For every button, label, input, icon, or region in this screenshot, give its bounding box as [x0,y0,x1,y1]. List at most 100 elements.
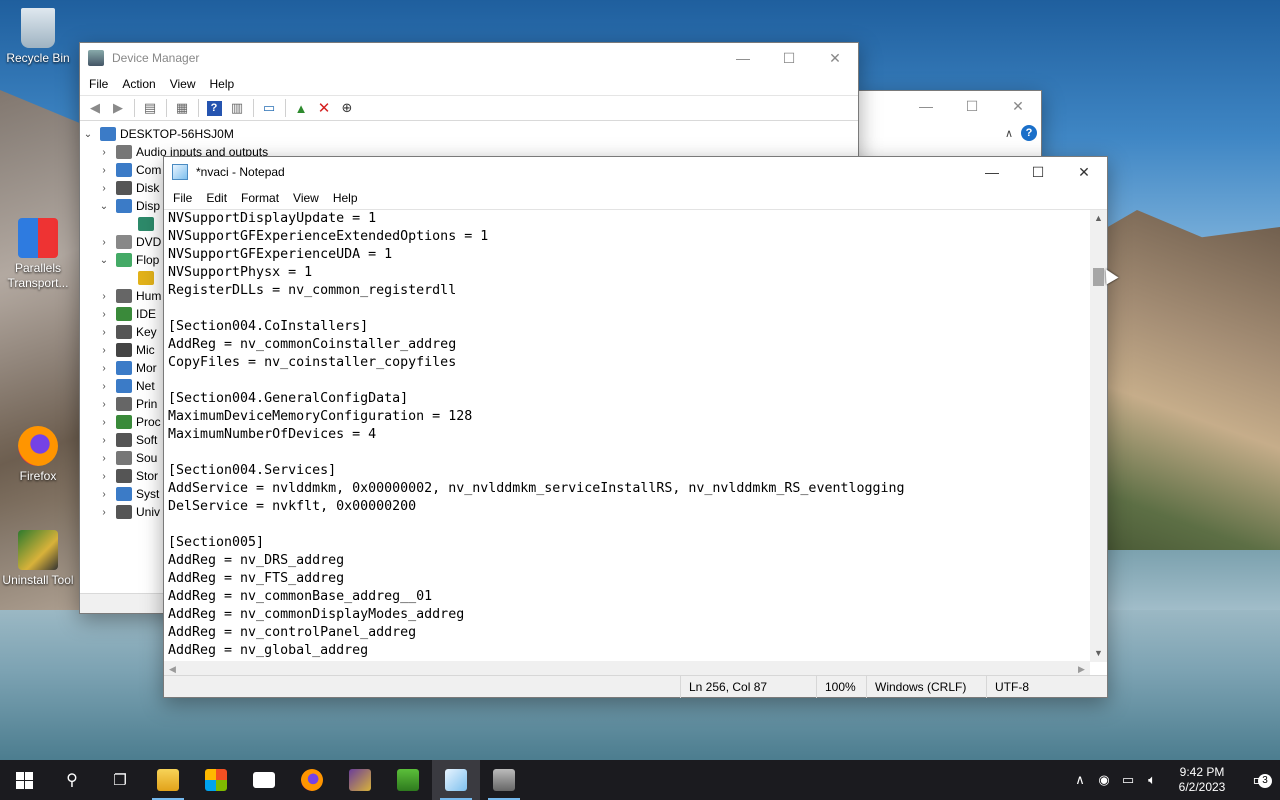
chevron-up-icon[interactable]: ∧ [1068,772,1092,788]
search-button[interactable]: ⚲ [48,760,96,800]
chevron-right-icon[interactable]: › [98,345,110,356]
text-line[interactable]: AddReg = nv_FTS_addreg [168,570,1090,588]
chevron-right-icon[interactable]: › [98,327,110,338]
chevron-right-icon[interactable]: › [98,417,110,428]
volume-icon[interactable]: 🔈︎ [1140,772,1164,788]
uninstall-icon[interactable]: ✕ [313,97,335,119]
text-line[interactable] [168,516,1090,534]
meet-now-icon[interactable]: ◉ [1092,772,1116,788]
resources-icon[interactable]: ▥ [226,97,248,119]
maximize-icon[interactable]: ☐ [766,43,812,73]
chevron-down-icon[interactable]: ⌄ [82,129,94,140]
scroll-down-icon[interactable]: ▼ [1090,645,1107,662]
minimize-icon[interactable]: — [969,157,1015,187]
chevron-right-icon[interactable]: › [98,237,110,248]
taskbar-uninstall-tool[interactable] [384,760,432,800]
text-line[interactable]: RegisterDLLs = nv_common_registerdll [168,282,1090,300]
menu-help[interactable]: Help [326,187,365,209]
chevron-right-icon[interactable]: › [98,435,110,446]
menu-view[interactable]: View [286,187,326,209]
menu-view[interactable]: View [163,73,203,95]
network-icon[interactable]: ▭ [1116,772,1140,788]
task-view-button[interactable]: ❐ [96,760,144,800]
taskbar-notepad[interactable] [432,760,480,800]
text-line[interactable]: [Section004.Services] [168,462,1090,480]
text-line[interactable]: DelService = nvkflt, 0x00000200 [168,498,1090,516]
properties-icon[interactable]: ▤ [139,97,161,119]
text-line[interactable]: MaximumNumberOfDevices = 4 [168,426,1090,444]
text-line[interactable]: NVSupportGFExperienceExtendedOptions = 1 [168,228,1090,246]
menu-help[interactable]: Help [203,73,242,95]
text-content[interactable]: NVSupportDisplayUpdate = 1 NVSupportGFExp… [168,210,1090,662]
text-line[interactable]: [Section004.CoInstallers] [168,318,1090,336]
scroll-up-icon[interactable]: ▲ [1090,210,1107,227]
close-icon[interactable]: ✕ [812,43,858,73]
taskbar-winrar[interactable] [336,760,384,800]
chevron-right-icon[interactable]: › [98,363,110,374]
tree-root[interactable]: ⌄ DESKTOP-56HSJ0M [82,125,858,143]
menu-file[interactable]: File [166,187,199,209]
text-line[interactable]: AddReg = nv_commonCoinstaller_addreg [168,336,1090,354]
chevron-right-icon[interactable]: › [98,183,110,194]
background-window[interactable]: — ☐ ✕ ∧ ? [858,90,1042,160]
text-line[interactable]: AddReg = nv_commonBase_addreg__01 [168,588,1090,606]
notification-center-button[interactable]: ▭ 3 [1240,770,1280,790]
text-line[interactable] [168,372,1090,390]
chevron-right-icon[interactable]: › [98,399,110,410]
disable-icon[interactable]: ⊕ [336,97,358,119]
desktop-icon-parallels[interactable]: Parallels Transport... [0,218,76,291]
chevron-right-icon[interactable]: › [98,453,110,464]
text-line[interactable] [168,444,1090,462]
maximize-icon[interactable]: ☐ [1015,157,1061,187]
chevron-right-icon[interactable]: › [98,381,110,392]
chevron-down-icon[interactable]: ⌄ [98,201,110,212]
minimize-icon[interactable]: — [903,91,949,121]
update-driver-icon[interactable]: ▲ [290,97,312,119]
desktop-icon-firefox[interactable]: Firefox [0,426,76,484]
chevron-right-icon[interactable]: › [98,165,110,176]
text-line[interactable]: AddReg = nv_DRS_addreg [168,552,1090,570]
text-line[interactable]: NVSupportGFExperienceUDA = 1 [168,246,1090,264]
menu-format[interactable]: Format [234,187,286,209]
text-line[interactable]: AddReg = nv_commonDisplayModes_addreg [168,606,1090,624]
clock[interactable]: 9:42 PM 6/2/2023 [1164,765,1240,795]
chevron-right-icon[interactable]: › [98,507,110,518]
taskbar-mail[interactable] [240,760,288,800]
forward-icon[interactable]: ▶ [107,97,129,119]
text-line[interactable]: AddReg = nv_global_addreg [168,642,1090,660]
minimize-icon[interactable]: — [720,43,766,73]
help-icon[interactable]: ? [1021,125,1037,141]
desktop-icon-uninstall-tool[interactable]: Uninstall Tool [0,530,76,588]
chevron-down-icon[interactable]: ⌄ [98,255,110,266]
maximize-icon[interactable]: ☐ [949,91,995,121]
close-icon[interactable]: ✕ [1061,157,1107,187]
back-icon[interactable]: ◀ [84,97,106,119]
text-line[interactable]: AddReg = nv_controlPanel_addreg [168,624,1090,642]
taskbar-file-explorer[interactable] [144,760,192,800]
text-line[interactable]: NVSupportDisplayUpdate = 1 [168,210,1090,228]
chevron-right-icon[interactable]: › [98,489,110,500]
scan-icon[interactable]: ▭ [258,97,280,119]
chevron-right-icon[interactable]: › [98,147,110,158]
menu-file[interactable]: File [82,73,115,95]
desktop-icon-recycle-bin[interactable]: Recycle Bin [0,8,76,66]
help-icon[interactable]: ? [203,97,225,119]
chevron-right-icon[interactable]: › [98,471,110,482]
text-line[interactable]: AddService = nvlddmkm, 0x00000002, nv_nv… [168,480,1090,498]
update-icon[interactable]: ▦ [171,97,193,119]
chevron-right-icon[interactable]: › [98,309,110,320]
text-line[interactable]: MaximumDeviceMemoryConfiguration = 128 [168,408,1090,426]
text-line[interactable]: CopyFiles = nv_coinstaller_copyfiles [168,354,1090,372]
taskbar-device-manager[interactable] [480,760,528,800]
chevron-right-icon[interactable]: › [98,291,110,302]
chevron-up-icon[interactable]: ∧ [1005,127,1013,140]
text-line[interactable]: [Section005] [168,534,1090,552]
menu-edit[interactable]: Edit [199,187,234,209]
taskbar-firefox[interactable] [288,760,336,800]
menu-action[interactable]: Action [115,73,162,95]
text-line[interactable] [168,300,1090,318]
text-line[interactable]: [Section004.GeneralConfigData] [168,390,1090,408]
start-button[interactable] [0,760,48,800]
text-line[interactable]: NVSupportPhysx = 1 [168,264,1090,282]
close-icon[interactable]: ✕ [995,91,1041,121]
